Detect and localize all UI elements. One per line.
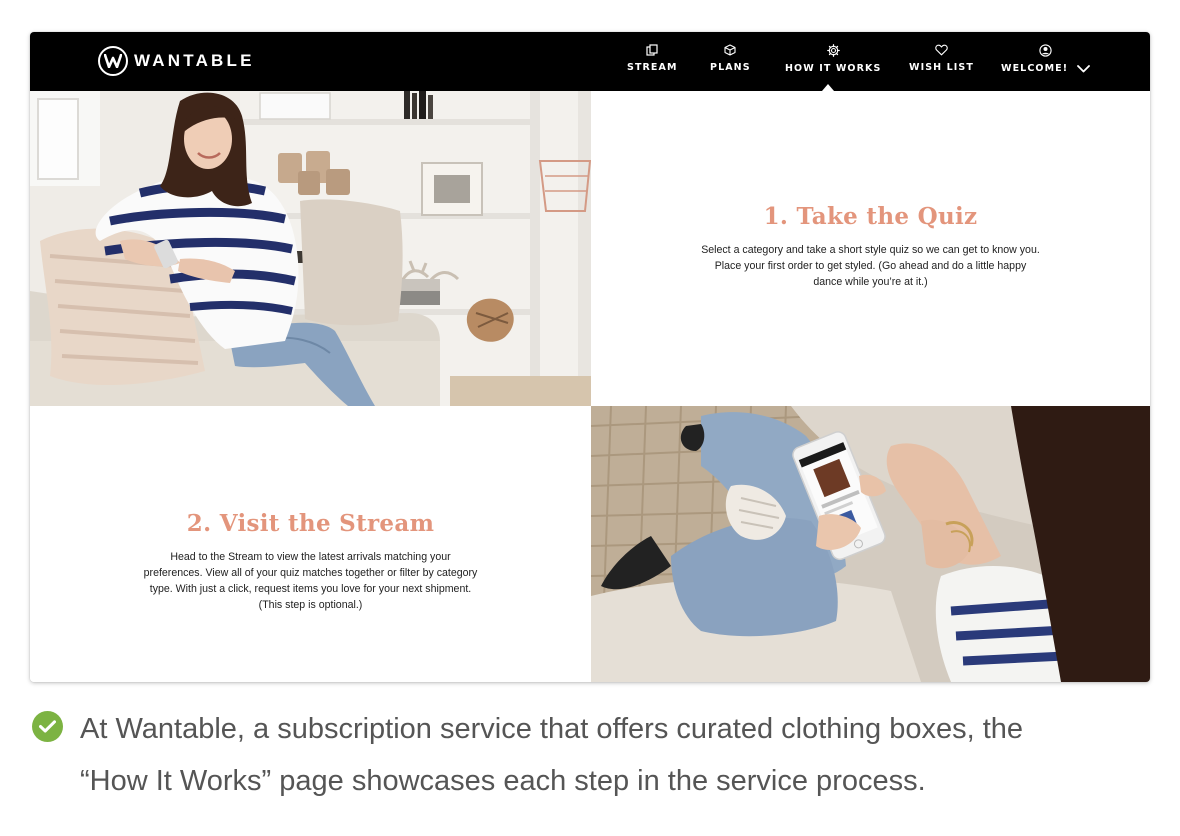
user-icon — [1039, 44, 1052, 57]
heart-icon — [935, 44, 948, 56]
box-icon — [724, 44, 736, 56]
nav-stream-label: STREAM — [627, 62, 678, 73]
step-2-line: (This step is optional.) — [258, 599, 363, 611]
photo-phone-in-hands — [591, 406, 1150, 682]
welcome-text: WELCOME! — [1001, 63, 1069, 74]
top-navbar: WANTABLE STREAM PLANS HOW IT WORKS WISH … — [30, 32, 1150, 91]
brand-name: WANTABLE — [134, 51, 255, 70]
nav-plans[interactable]: PLANS — [710, 44, 751, 73]
nav-how-it-works-label: HOW IT WORKS — [785, 63, 882, 74]
nav-wish-list-label: WISH LIST — [909, 62, 974, 73]
step-2-description: Head to the Stream to view the latest ar… — [30, 549, 591, 613]
wantable-logo[interactable]: WANTABLE — [98, 46, 255, 76]
nav-wish-list[interactable]: WISH LIST — [909, 44, 974, 73]
step-2-title: 2. Visit the Stream — [186, 510, 435, 537]
caption-line-2: “How It Works” page showcases each step … — [80, 765, 926, 797]
step-2-line: type. With just a click, request items y… — [149, 583, 472, 595]
active-nav-indicator — [822, 84, 834, 91]
chevron-down-icon[interactable] — [1077, 64, 1091, 73]
screenshot-card: WANTABLE STREAM PLANS HOW IT WORKS WISH … — [30, 32, 1150, 682]
caption-line-1: At Wantable, a subscription service that… — [80, 713, 1024, 745]
step-1-description: Select a category and take a short style… — [591, 242, 1150, 290]
gear-icon — [826, 44, 840, 57]
step-1-panel: 1. Take the Quiz Select a category and t… — [591, 91, 1150, 406]
nav-welcome[interactable]: WELCOME! — [1001, 44, 1091, 74]
step-2-line: Head to the Stream to view the latest ar… — [170, 551, 451, 563]
logo-w-icon — [98, 46, 128, 76]
stream-icon — [646, 44, 658, 56]
photo-woman-on-couch — [30, 91, 591, 406]
nav-plans-label: PLANS — [710, 62, 751, 73]
step-2-block: 2. Visit the Stream Head to the Stream t… — [30, 510, 591, 613]
nav-welcome-label: WELCOME! — [1001, 63, 1091, 74]
step-2-line: preferences. View all of your quiz match… — [143, 567, 478, 579]
step-1-title: 1. Take the Quiz — [763, 203, 978, 230]
checkmark-icon — [32, 711, 63, 742]
step-1-line: dance while you’re at it.) — [813, 276, 928, 288]
step-1-line: Select a category and take a short style… — [701, 244, 1040, 256]
caption-text: At Wantable, a subscription service that… — [80, 703, 1160, 807]
step-1-block: 1. Take the Quiz Select a category and t… — [591, 203, 1150, 290]
step-2-panel: 2. Visit the Stream Head to the Stream t… — [30, 406, 591, 682]
nav-stream[interactable]: STREAM — [627, 44, 678, 73]
nav-how-it-works[interactable]: HOW IT WORKS — [785, 44, 881, 74]
step-1-line: Place your first order to get styled. (G… — [714, 260, 1027, 272]
